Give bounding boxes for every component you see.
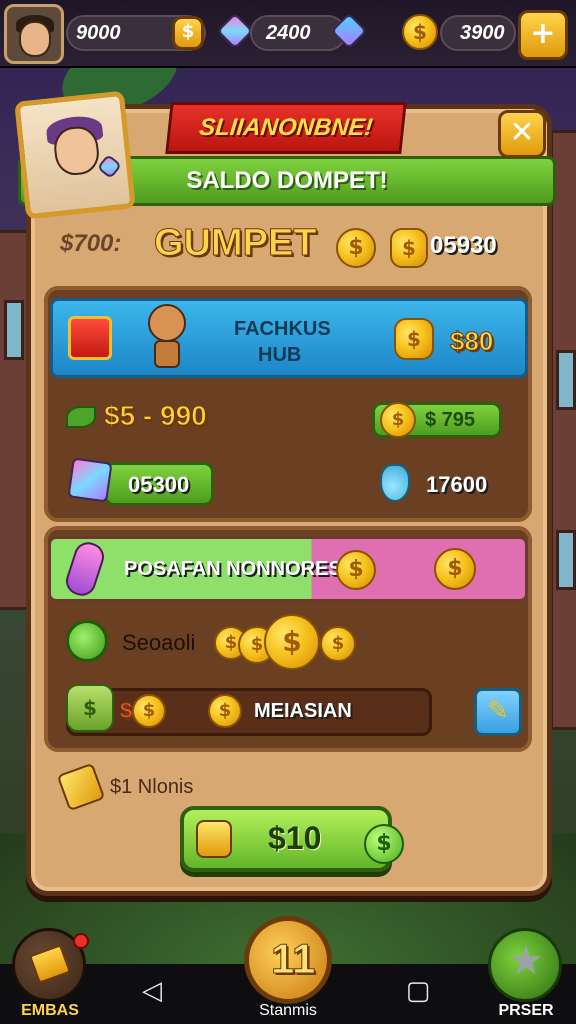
right-nav-label: PRSER — [498, 1002, 554, 1019]
background-window-left — [4, 300, 24, 360]
center-nav-label: Stanmis — [259, 1002, 317, 1019]
balance-coin-icon: $ — [336, 228, 376, 268]
center-nav-button[interactable]: 11 — [244, 916, 332, 1004]
buy-button-label: $10 — [268, 820, 322, 856]
coin-pile-icon-3: $ — [264, 614, 320, 670]
hub-coin-stack-icon: $ — [394, 318, 434, 360]
green-reward: $ 795 — [425, 409, 476, 431]
offer-label: POSAFAN NONNORES — [124, 558, 342, 580]
buy-button[interactable]: $10 $ — [180, 806, 404, 872]
tickets-icon — [28, 944, 72, 984]
dark-bar-coin-icon: $ — [132, 694, 166, 728]
potion-icon — [380, 464, 410, 502]
gem-icon — [216, 12, 254, 50]
dark-bar-label: MEIASIAN — [254, 700, 352, 722]
gift-bag-icon — [196, 820, 232, 858]
gems-counter: 2400 — [250, 15, 346, 51]
buy-coin-icon: $ — [364, 824, 404, 864]
round-label: Seoaoli — [122, 630, 196, 655]
close-icon: ✕ — [509, 115, 535, 150]
leaf-icon — [66, 406, 96, 428]
top-hud: 9000 $ 2400 $ 3900 + — [0, 0, 576, 68]
green-reward-coin-icon: $ — [380, 402, 416, 438]
right-nav-button[interactable]: ★ — [488, 928, 562, 1002]
coins-add-button[interactable]: $ — [172, 16, 204, 50]
hub-title-line2: HUB — [258, 344, 302, 366]
treasure-chest-icon — [68, 316, 112, 360]
close-button[interactable]: ✕ — [498, 110, 546, 158]
star-icon: ★ — [508, 938, 544, 984]
offer-coin-icon-2: $ — [434, 548, 476, 590]
player-avatar[interactable] — [4, 4, 64, 64]
center-nav-value: 11 — [270, 935, 316, 983]
edit-button[interactable]: ✎ — [474, 688, 522, 736]
modal-title-banner: SLIIANONBNE! — [165, 102, 407, 154]
add-gold-button[interactable]: + — [518, 10, 568, 60]
gems-value: 2400 — [266, 22, 311, 44]
background-building-right — [550, 130, 576, 730]
gold-coin-icon: $ — [402, 14, 438, 50]
balance-value: 05930 — [430, 232, 497, 259]
offer-coin-icon: $ — [336, 550, 376, 590]
recents-icon[interactable]: ▢ — [402, 976, 434, 1010]
back-icon[interactable]: ◁ — [136, 976, 168, 1010]
gold-value: 3900 — [460, 22, 505, 44]
coin-pile-icon-4: $ — [320, 626, 356, 662]
left-nav-label: EMBAS — [21, 1002, 79, 1019]
wallet-title: GUMPET — [154, 222, 318, 265]
gem-bar-value: 05300 — [128, 472, 190, 497]
potion-value: 17600 — [426, 472, 488, 497]
left-nav-button[interactable] — [12, 928, 89, 1002]
notification-dot — [73, 933, 89, 949]
character-portrait — [14, 90, 136, 220]
hub-title-line1: FACHKUS — [234, 318, 331, 340]
portrait-gem-icon — [96, 153, 123, 180]
explorer-character-icon — [144, 304, 190, 370]
gold-counter: 3900 — [440, 15, 516, 51]
pencil-icon: ✎ — [487, 696, 509, 726]
cash-stack-icon: $ — [66, 684, 114, 732]
background-window-right-2 — [556, 530, 576, 590]
coin-stack-icon: $ — [390, 228, 428, 268]
range-value: $5 - 990 — [104, 400, 208, 432]
footer-label: $1 Nlonis — [110, 776, 194, 798]
hub-reward: $80 — [449, 326, 494, 357]
plus-icon: + — [530, 16, 556, 51]
dark-bar-coin-icon-2: $ — [208, 694, 242, 728]
balance-label: $700: — [60, 230, 122, 257]
coin-mini-icon: $ — [181, 21, 195, 42]
modal-subtitle: SALDO DOMPET! — [186, 167, 388, 194]
modal-banner-title: SLIIANONBNE! — [197, 114, 375, 141]
coins-value: 9000 — [76, 22, 121, 44]
background-window-right — [556, 350, 576, 410]
avatar-face — [19, 21, 51, 57]
gem-chest-icon — [67, 457, 113, 503]
round-green-icon — [66, 620, 108, 662]
